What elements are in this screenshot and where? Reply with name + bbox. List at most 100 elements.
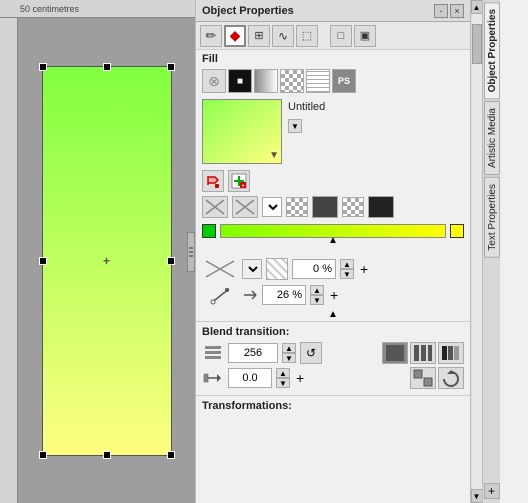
gradient-bar-wrapper: ▲ [220,224,446,238]
canvas-inner: + [18,18,195,503]
panel-titlebar: Object Properties - × [196,0,470,22]
handle-tr[interactable] [167,63,175,71]
pattern-btn-5[interactable] [342,197,364,217]
offset-arrange-btns [410,367,464,389]
offset-row: 0.0 ▲ ▼ + [202,367,464,389]
scroll-dot [189,255,193,257]
handle-br[interactable] [167,451,175,459]
object-properties-tab[interactable]: Object Properties [484,2,500,99]
handle-bm[interactable] [103,451,111,459]
blend-x-icon [202,258,238,280]
postscript-fill-btn[interactable]: PS [332,69,356,93]
pattern-btn-3[interactable] [286,197,308,217]
right-stop[interactable] [450,224,464,238]
opacity-plus[interactable]: + [360,261,368,277]
blend-x-row: ▼ 0 % ▲ ▼ + [196,256,470,282]
bt-vertical-btn[interactable] [410,342,436,364]
artistic-media-tab[interactable]: Artistic Media [484,101,500,175]
handle-bl[interactable] [39,451,47,459]
texture-fill-btn[interactable] [306,69,330,93]
offset-spin: ▲ ▼ [276,368,290,388]
blend-dropdown[interactable]: ▼ [262,197,282,217]
offset-spin-up[interactable]: ▲ [276,368,290,378]
gradient-fill-btn[interactable] [254,69,278,93]
add-panel-btn[interactable]: + [484,483,500,499]
no-fill-btn[interactable]: ⊗ [202,69,226,93]
right-panel: Object Properties - × ✏ ◆ ⊞ ∿ ⬚ □ ▣ Fill… [195,0,528,503]
offset-plus[interactable]: + [296,370,304,386]
handle-mr[interactable] [167,257,175,265]
offset-spin-down[interactable]: ▼ [276,378,290,388]
handle-tm[interactable] [103,63,111,71]
rect-object[interactable]: + [42,66,172,456]
fill-type-row: ⊗ ■ PS [196,67,470,95]
ruler-label: 50 centimetres [20,4,79,14]
bt-value-input[interactable]: 256 [228,343,278,363]
fill-tool-btn[interactable]: ◆ [224,25,246,47]
preset-dropdown-btn[interactable]: ▼ [288,119,302,133]
close-button[interactable]: × [450,4,464,18]
bt-refresh-btn[interactable]: ↺ [300,342,322,364]
mesh-tool-btn[interactable]: ⊞ [248,25,270,47]
scroll-divider[interactable] [187,232,195,272]
add-color-btn[interactable]: + [228,170,250,192]
view-btn-1[interactable]: □ [330,25,352,47]
panel-controls: - × [434,4,464,18]
view-btn-2[interactable]: ▣ [354,25,376,47]
minimize-button[interactable]: - [434,4,448,18]
position-up[interactable]: ▲ [310,285,324,295]
gradient-midpoint-arrow[interactable]: ▲ [328,235,338,246]
scroll-up-btn[interactable]: ▲ [471,0,483,14]
solid-fill-btn[interactable]: ■ [228,69,252,93]
scroll-dot [189,251,193,253]
pen-tool-btn[interactable]: ✏ [200,25,222,47]
blend-dropdown-2[interactable]: ▼ [242,259,262,279]
pattern-btn-6[interactable] [368,196,394,218]
position-plus[interactable]: + [330,287,338,303]
ruler-left [0,18,18,503]
arrange-btn-1[interactable] [410,367,436,389]
position-down[interactable]: ▼ [310,295,324,305]
opacity-input[interactable]: 0 % [292,259,336,279]
curve-tool-btn[interactable]: ∿ [272,25,294,47]
position-input[interactable]: 26 % [262,285,306,305]
bt-spin-down[interactable]: ▼ [282,353,296,363]
panel-scrollbar: ▲ ▼ [470,0,482,503]
canvas-area: 50 centimetres + [0,0,195,503]
left-stop[interactable] [202,224,216,238]
preset-name-label: Untitled [288,99,325,115]
opacity-spin: ▲ ▼ [340,259,354,279]
offset-arrow-icon [202,367,224,389]
scroll-down-btn[interactable]: ▼ [471,489,483,503]
swatch-dropdown-arrow[interactable]: ▼ [269,150,279,161]
pattern-row: ▼ [196,194,470,220]
pattern-btn-2[interactable] [232,196,258,218]
pattern-fill-btn[interactable] [280,69,304,93]
bt-lines-btn[interactable] [438,342,464,364]
interactive-tool-btn[interactable]: ⬚ [296,25,318,47]
blend-transition-label: Blend transition: [202,326,464,338]
paint-bucket-btn[interactable] [202,170,224,192]
text-properties-tab[interactable]: Text Properties [484,177,500,258]
position-row: 26 % ▲ ▼ + [196,282,470,308]
fill-label: Fill [196,50,470,67]
bt-spin-up[interactable]: ▲ [282,343,296,353]
pattern-btn-4[interactable] [312,196,338,218]
handle-tl[interactable] [39,63,47,71]
bt-layers-icon [202,342,224,364]
color-swatch[interactable]: ▼ [202,99,282,164]
position-arrow [242,287,258,303]
color-ops-row: + [196,168,470,194]
arrange-btn-2[interactable] [438,367,464,389]
transformations-label: Transformations: [202,400,464,412]
opacity-up[interactable]: ▲ [340,259,354,269]
handle-ml[interactable] [39,257,47,265]
panel-title: Object Properties [202,5,294,17]
scroll-dot [189,247,193,249]
expand-arrow[interactable]: ▲ [196,308,470,321]
bt-solid-btn[interactable] [382,342,408,364]
pattern-btn-1[interactable] [202,196,228,218]
scroll-thumb[interactable] [472,24,482,64]
offset-input[interactable]: 0.0 [228,368,272,388]
opacity-down[interactable]: ▼ [340,269,354,279]
